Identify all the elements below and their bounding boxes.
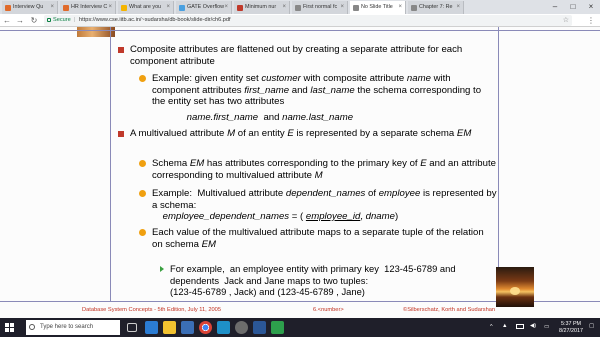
tab-label: HR Interview C — [71, 4, 108, 10]
browser-tab[interactable]: No Slide Title × — [350, 1, 406, 14]
tab-favicon-icon — [295, 4, 301, 11]
file-explorer-icon[interactable] — [163, 321, 176, 334]
browser-tab[interactable]: GATE Overflow × — [176, 1, 232, 14]
sun-graphic — [510, 287, 520, 295]
tab-favicon-icon — [121, 4, 127, 11]
settings-gear-icon[interactable] — [235, 321, 248, 334]
footer-right: ©Silberschatz, Korth and Sudarshan — [403, 307, 496, 313]
browser-tab[interactable]: HR Interview C × — [60, 1, 116, 14]
bullet-text-level-1: Composite attributes are flattened out b… — [130, 44, 463, 67]
clock-date: 8/27/2017 — [559, 327, 583, 334]
bullet-arrow-icon — [160, 266, 164, 272]
edge-browser-icon[interactable] — [145, 321, 158, 334]
tab-close-icon[interactable]: × — [398, 1, 402, 14]
bullet-text-level-2: Example: given entity set customer with … — [152, 73, 482, 107]
tab-label: Chapter 7: Re — [419, 4, 453, 10]
system-clock[interactable]: 5:37 PM 8/27/2017 — [559, 321, 583, 334]
browser-tab[interactable]: First normal fc × — [292, 1, 348, 14]
separator: | — [74, 17, 76, 23]
windows-taskbar: Type here to search ^ ▲ ◀) ▭ 5:37 PM 8/2… — [0, 318, 600, 337]
secure-label: Secure — [53, 17, 71, 23]
task-view-icon[interactable] — [127, 323, 137, 332]
tab-favicon-icon — [411, 4, 417, 11]
tab-close-icon[interactable]: × — [340, 1, 344, 14]
back-button[interactable]: ← — [2, 15, 12, 26]
taskbar-search-input[interactable]: Type here to search — [26, 320, 120, 335]
browser-tab[interactable]: Chapter 7: Re × — [408, 1, 464, 14]
bullet-text-level-2: Schema EM has attributes corresponding t… — [152, 158, 496, 181]
address-bar: ← → ↻ Secure | https://www.cse.iitb.ac.i… — [0, 14, 600, 27]
tab-strip: Interview Qu × HR Interview C × What are you… — [0, 0, 600, 14]
bullet-text-level-3: For example, an employee entity with pri… — [170, 263, 456, 297]
bullet-text-level-2: Example: Multivalued attribute dependent… — [152, 188, 497, 222]
chrome-browser-icon[interactable] — [199, 321, 212, 334]
bullet-dot-icon — [139, 190, 146, 197]
battery-icon[interactable] — [516, 324, 524, 329]
pdf-slide: Composite attributes are flattened out b… — [0, 27, 600, 318]
tab-favicon-icon — [237, 4, 243, 11]
minimize-button[interactable]: – — [548, 0, 562, 14]
bullet-dot-icon — [139, 160, 146, 167]
browser-tab[interactable]: What are you × — [118, 1, 174, 14]
network-icon[interactable]: ▲ — [502, 323, 508, 337]
reload-button[interactable]: ↻ — [29, 15, 39, 26]
bullet-square-icon — [118, 131, 124, 137]
bullet-dot-icon — [139, 229, 146, 236]
tab-close-icon[interactable]: × — [224, 1, 228, 14]
start-button-windows-icon[interactable] — [5, 323, 14, 332]
maximize-button[interactable]: □ — [566, 0, 580, 14]
tab-label: Interview Qu — [13, 4, 44, 10]
tab-favicon-icon — [353, 4, 359, 11]
browser-menu-icon[interactable]: ⋮ — [586, 15, 596, 26]
tab-close-icon[interactable]: × — [456, 1, 460, 14]
browser-tab[interactable]: Minimum nur × — [234, 1, 290, 14]
volume-icon[interactable]: ◀) — [530, 323, 536, 337]
tab-close-icon[interactable]: × — [108, 1, 112, 14]
bullet-text-level-2: name.first_name and name.last_name — [186, 112, 354, 123]
tab-label: GATE Overflow — [187, 4, 225, 10]
bullet-square-icon — [118, 47, 124, 53]
store-icon[interactable] — [181, 321, 194, 334]
bullet-text-level-2: Each value of the multivalued attribute … — [152, 227, 484, 250]
tab-close-icon[interactable]: × — [50, 1, 54, 14]
bookmark-star-icon[interactable]: ☆ — [563, 15, 569, 26]
tab-label: First normal fc — [303, 4, 338, 10]
tab-label: What are you — [129, 4, 162, 10]
notifications-icon[interactable]: ▢ — [589, 323, 594, 337]
app-icon-blue[interactable] — [217, 321, 230, 334]
tab-label: No Slide Title — [361, 4, 393, 10]
clock-time: 5:37 PM — [560, 321, 582, 327]
url-input[interactable]: Secure | https://www.cse.iitb.ac.in/~sud… — [44, 15, 572, 26]
bullet-text-level-1: A multivalued attribute M of an entity E… — [130, 128, 472, 139]
tab-label: Minimum nur — [245, 4, 277, 10]
tray-chevron-icon[interactable]: ^ — [490, 324, 493, 337]
app-icon-green[interactable] — [271, 321, 284, 334]
bullet-dot-icon — [139, 75, 146, 82]
tab-close-icon[interactable]: × — [166, 1, 170, 14]
tab-favicon-icon — [5, 4, 11, 11]
tab-favicon-icon — [179, 4, 185, 11]
url-text: https://www.cse.iitb.ac.in/~sudarsha/db-… — [79, 17, 231, 23]
close-window-button[interactable]: × — [584, 0, 598, 14]
tab-close-icon[interactable]: × — [282, 1, 286, 14]
forward-button[interactable]: → — [15, 15, 25, 26]
search-icon — [29, 324, 35, 330]
keyboard-icon[interactable]: ▭ — [544, 324, 549, 337]
browser-tab[interactable]: Interview Qu × — [2, 1, 58, 14]
footer-center: 6.<number> — [313, 307, 344, 313]
footer-left: Database System Concepts - 5th Edition, … — [82, 307, 221, 313]
slide-footer: Database System Concepts - 5th Edition, … — [0, 304, 600, 318]
search-placeholder: Type here to search — [40, 324, 94, 330]
word-icon[interactable] — [253, 321, 266, 334]
lock-icon — [47, 18, 51, 22]
tab-favicon-icon — [63, 4, 69, 11]
